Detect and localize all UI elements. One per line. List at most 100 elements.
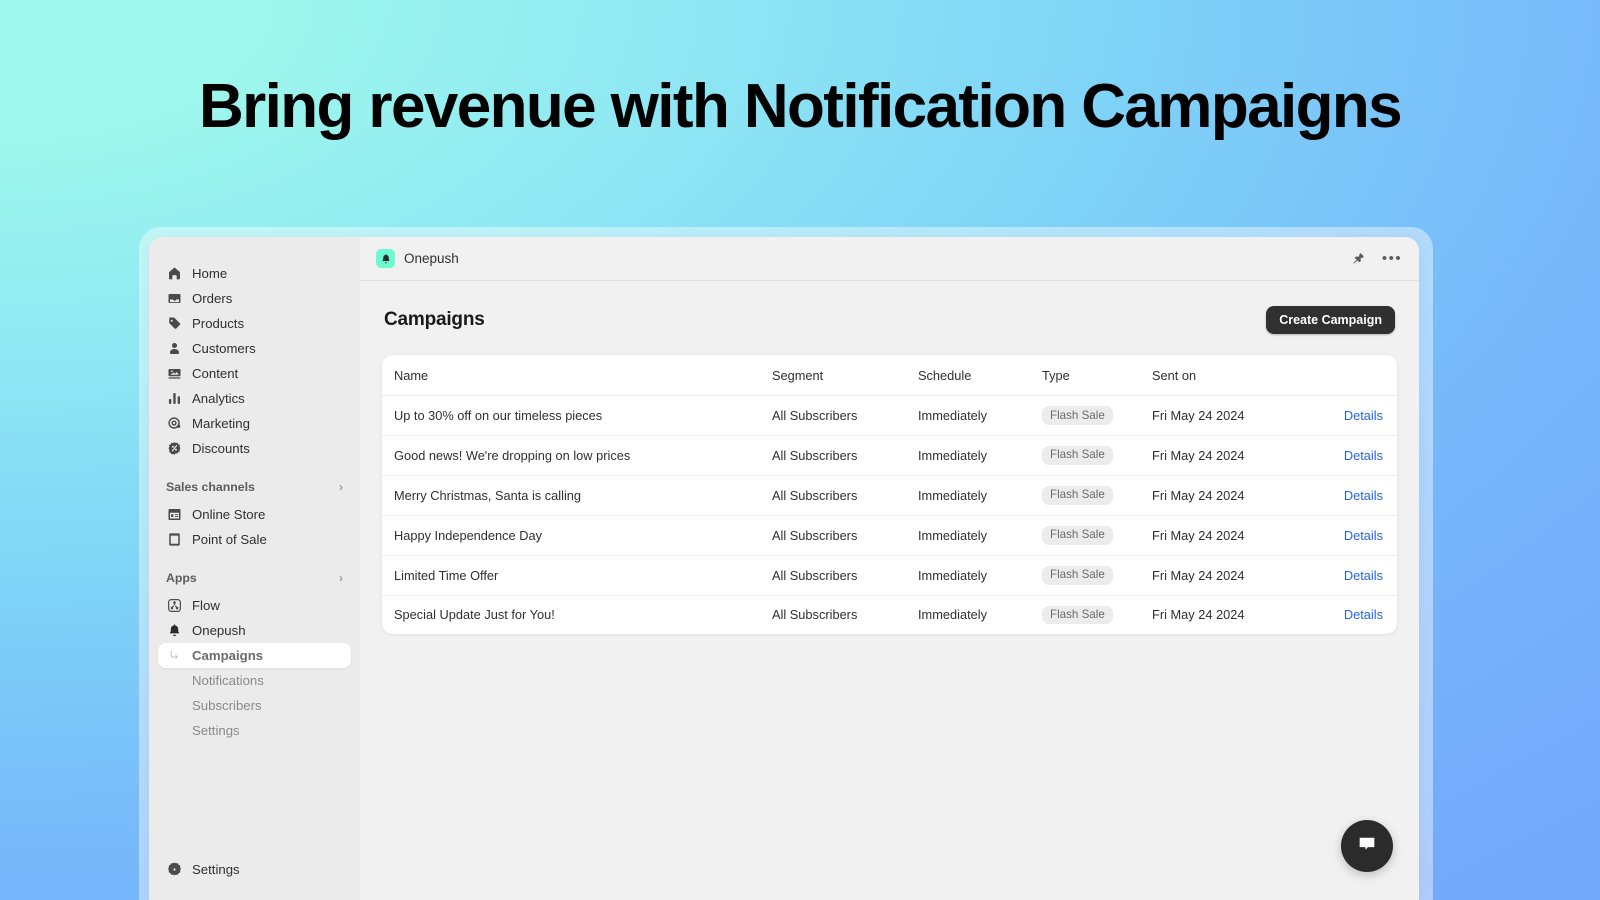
- table-row[interactable]: Limited Time Offer All Subscribers Immedia…: [382, 555, 1397, 596]
- cell-schedule: Immediately: [918, 475, 1042, 516]
- cell-schedule: Immediately: [918, 555, 1042, 596]
- cell-actions: Details: [1302, 395, 1397, 436]
- sidebar-item-label: Flow: [192, 598, 220, 613]
- table-body: Up to 30% off on our timeless pieces All …: [382, 395, 1397, 635]
- cell-sent-on: Fri May 24 2024: [1152, 555, 1302, 596]
- sidebar-item-label: Products: [192, 316, 245, 331]
- cell-sent-on: Fri May 24 2024: [1152, 607, 1245, 623]
- cell-actions: Details: [1302, 515, 1397, 556]
- subitem-indent-spacer: [166, 697, 183, 714]
- cell-name: Up to 30% off on our timeless pieces: [382, 395, 772, 436]
- sidebar-item-analytics[interactable]: Analytics: [158, 386, 351, 411]
- type-badge: Flash Sale: [1042, 565, 1113, 585]
- ellipsis-icon[interactable]: •••: [1382, 250, 1401, 268]
- sidebar-item-label: Discounts: [192, 441, 250, 456]
- app-window-frame: Home Orders Products Customers Content Analyt…: [139, 227, 1433, 900]
- sidebar-item-marketing[interactable]: Marketing: [158, 411, 351, 436]
- details-link[interactable]: Details: [1344, 607, 1383, 622]
- customers-person-icon: [166, 340, 183, 357]
- sidebar-item-label: Orders: [192, 291, 233, 306]
- sidebar-item-settings[interactable]: Settings: [158, 857, 351, 882]
- cell-segment: All Subscribers: [772, 555, 918, 596]
- page-header: Campaigns Create Campaign: [382, 306, 1397, 334]
- campaigns-table: Name Segment Schedule Type Sent on Up to…: [382, 355, 1397, 634]
- sidebar-sales-channels-list: Online Store $ Point of Sale: [149, 502, 360, 552]
- cell-schedule: Immediately: [918, 435, 1042, 476]
- sidebar-subitem-notifications[interactable]: Notifications: [158, 668, 351, 693]
- bell-icon: [166, 622, 183, 639]
- subitem-indent-spacer: [166, 722, 183, 739]
- sidebar-item-label: Onepush: [192, 623, 246, 638]
- cell-sent-on: Fri May 24 2024: [1152, 395, 1302, 436]
- apps-label: Apps: [166, 571, 197, 585]
- sidebar-subitem-label: Notifications: [192, 673, 264, 688]
- table-row[interactable]: Up to 30% off on our timeless pieces All …: [382, 395, 1397, 436]
- sidebar-item-label: Point of Sale: [192, 532, 267, 547]
- sidebar-item-home[interactable]: Home: [158, 261, 351, 286]
- details-link[interactable]: Details: [1344, 408, 1383, 423]
- topbar-app-name: Onepush: [404, 251, 459, 266]
- chevron-right-icon: ›: [339, 571, 343, 585]
- sidebar-item-discounts[interactable]: Discounts: [158, 436, 351, 461]
- products-tag-icon: [166, 315, 183, 332]
- sidebar-section-sales-channels[interactable]: Sales channels ›: [166, 476, 343, 498]
- marketing-target-icon: [166, 415, 183, 432]
- cell-name: Limited Time Offer: [382, 555, 772, 596]
- sidebar-gap-1: [149, 461, 360, 476]
- chat-support-button[interactable]: [1341, 820, 1393, 872]
- cell-name: Merry Christmas, Santa is calling: [382, 475, 772, 516]
- onepush-app-logo: [376, 249, 395, 268]
- app-topbar: Onepush •••: [360, 237, 1419, 281]
- sidebar-item-onepush[interactable]: Onepush: [158, 618, 351, 643]
- details-link[interactable]: Details: [1344, 488, 1383, 503]
- cell-name: Special Update Just for You!: [394, 607, 555, 623]
- sidebar-item-label: Marketing: [192, 416, 250, 431]
- cell-segment: All Subscribers: [772, 435, 918, 476]
- type-badge: Flash Sale: [1042, 406, 1113, 425]
- create-campaign-button[interactable]: Create Campaign: [1266, 306, 1395, 334]
- details-link[interactable]: Details: [1344, 568, 1383, 583]
- cell-schedule: Immediately: [918, 607, 987, 623]
- sidebar: Home Orders Products Customers Content Analyt…: [149, 237, 360, 900]
- sidebar-subitem-campaigns[interactable]: Campaigns: [158, 643, 351, 668]
- cell-segment: All Subscribers: [772, 475, 918, 516]
- sidebar-item-label: Analytics: [192, 391, 245, 406]
- subitem-indent-spacer: [166, 672, 183, 689]
- sidebar-item-online-store[interactable]: Online Store: [158, 502, 351, 527]
- table-head: Name Segment Schedule Type Sent on: [382, 355, 1397, 396]
- sidebar-item-orders[interactable]: Orders: [158, 286, 351, 311]
- chat-bubble-icon: [1356, 833, 1378, 860]
- sidebar-subitem-label: Settings: [192, 723, 240, 738]
- sidebar-primary-nav: Home Orders Products Customers Content Analyt…: [149, 261, 360, 461]
- sidebar-item-products[interactable]: Products: [158, 311, 351, 336]
- sidebar-section-apps[interactable]: Apps ›: [166, 567, 343, 589]
- details-link[interactable]: Details: [1344, 528, 1383, 543]
- point-of-sale-icon: $: [166, 531, 183, 548]
- page-headline: Bring revenue with Notification Campaign…: [198, 72, 1403, 141]
- cell-type: Flash Sale: [1042, 595, 1152, 634]
- cell-segment: All Subscribers: [772, 607, 858, 623]
- sidebar-item-content[interactable]: Content: [158, 361, 351, 386]
- sidebar-item-point-of-sale[interactable]: $ Point of Sale: [158, 527, 351, 552]
- sidebar-gap-2: [149, 552, 360, 567]
- type-badge: Flash Sale: [1042, 485, 1113, 505]
- cell-name: Good news! We're dropping on low prices: [382, 435, 772, 476]
- main-area: Onepush ••• Campaigns Create Campaign Na…: [360, 237, 1419, 900]
- table-row[interactable]: Happy Independence Day All Subscribers Imm…: [382, 515, 1397, 556]
- cell-type: Flash Sale: [1042, 395, 1152, 436]
- table-row[interactable]: Good news! We're dropping on low prices A…: [382, 435, 1397, 476]
- details-link[interactable]: Details: [1344, 448, 1383, 463]
- cell-actions: Details: [1302, 475, 1397, 516]
- sidebar-item-customers[interactable]: Customers: [158, 336, 351, 361]
- sidebar-subitem-subscribers[interactable]: Subscribers: [158, 693, 351, 718]
- gear-icon: [166, 861, 183, 878]
- table-row[interactable]: Special Update Just for You! All Subscrib…: [382, 595, 1397, 634]
- svg-text:$: $: [173, 537, 176, 543]
- pin-icon[interactable]: [1349, 250, 1367, 268]
- sidebar-subitem-settings[interactable]: Settings: [158, 718, 351, 743]
- type-badge: Flash Sale: [1042, 445, 1113, 465]
- sidebar-item-label: Content: [192, 366, 239, 381]
- table-row[interactable]: Merry Christmas, Santa is calling All Sub…: [382, 475, 1397, 516]
- home-icon: [166, 265, 183, 282]
- sidebar-item-flow[interactable]: Flow: [158, 593, 351, 618]
